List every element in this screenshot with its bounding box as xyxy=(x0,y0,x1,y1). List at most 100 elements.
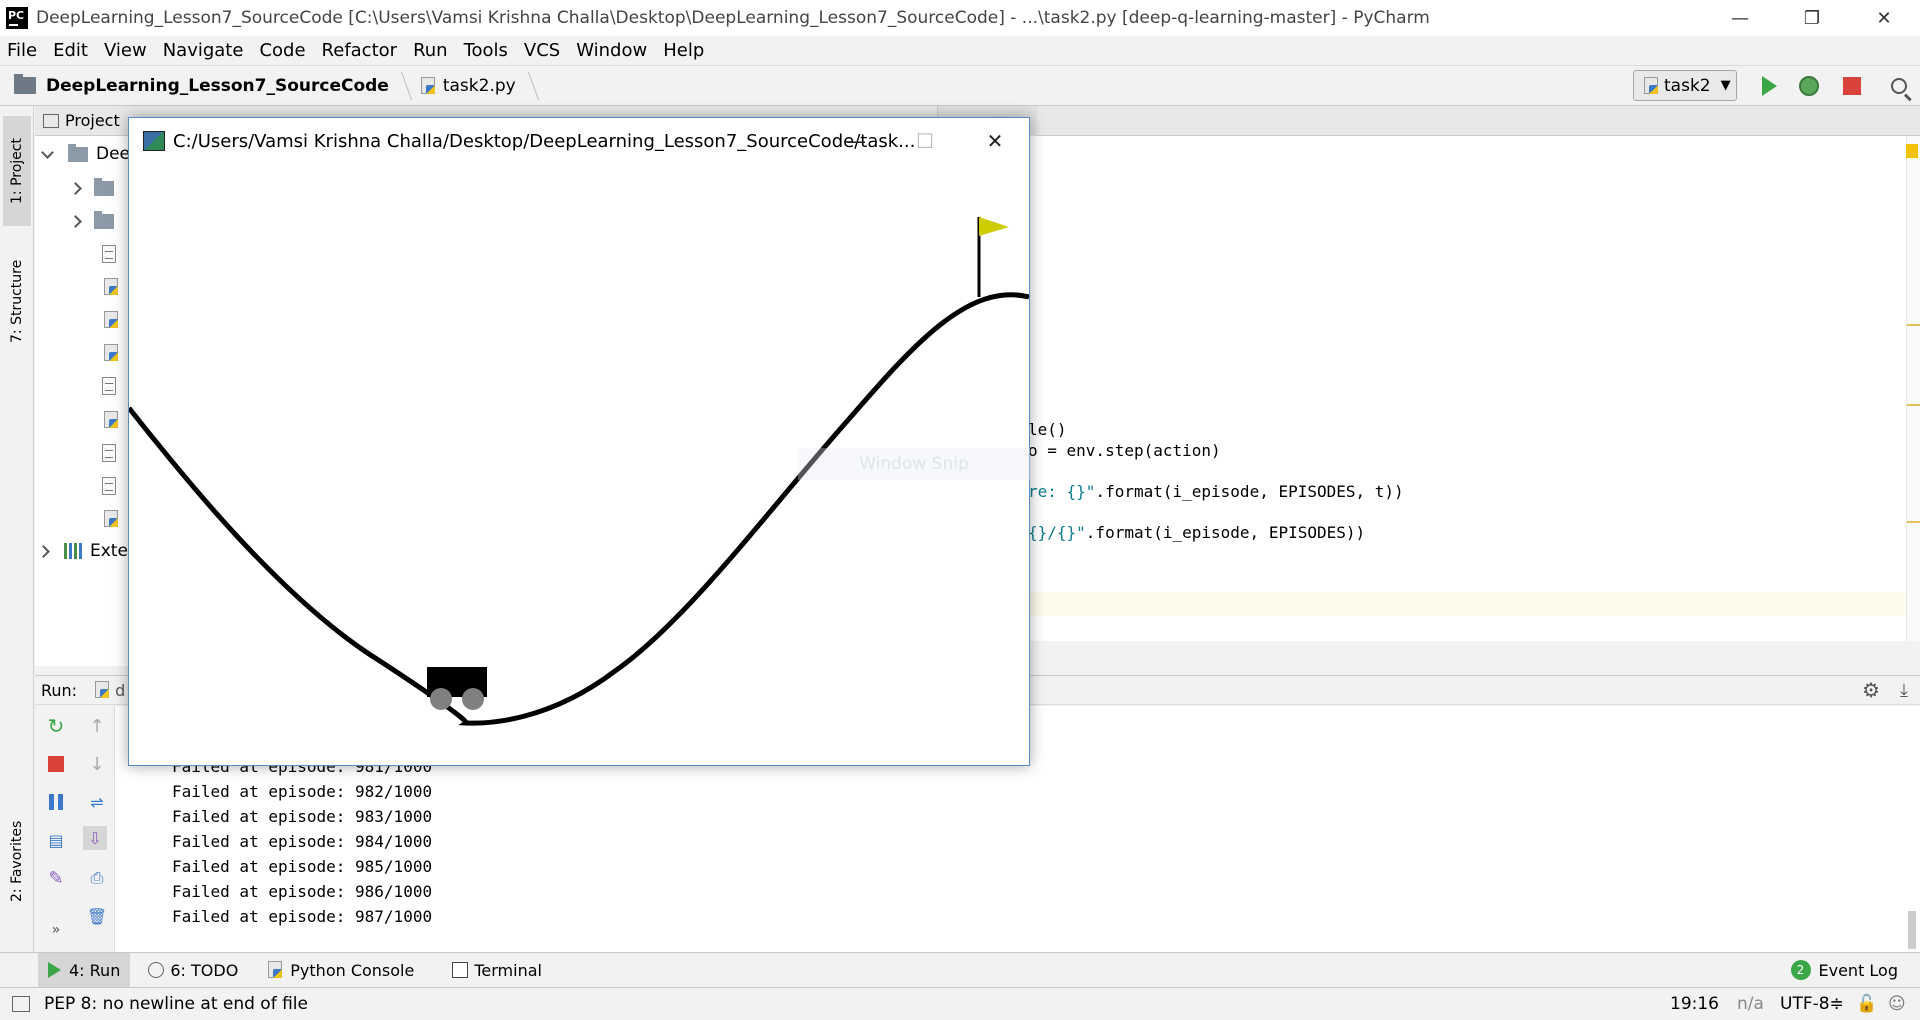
tree-file-row[interactable] xyxy=(102,372,116,400)
tree-file-row[interactable] xyxy=(102,306,120,334)
file-encoding[interactable]: UTF-8≑ xyxy=(1780,994,1844,1014)
minimize-button[interactable]: — xyxy=(1704,0,1776,36)
chevron-right-icon xyxy=(69,181,82,195)
stop-icon xyxy=(48,756,64,772)
search-icon xyxy=(1891,78,1907,94)
run-config-selector[interactable]: task2 ▼ xyxy=(1633,70,1737,101)
console-line: Failed at episode: 987/1000 xyxy=(172,907,433,926)
breadcrumb-project[interactable]: DeepLearning_Lesson7_SourceCode xyxy=(46,76,389,96)
tool-tab-terminal[interactable]: Terminal xyxy=(442,953,552,988)
menu-code[interactable]: Code xyxy=(252,40,314,61)
gym-minimize-button[interactable]: — xyxy=(826,118,886,164)
bug-icon xyxy=(1799,76,1819,96)
gym-maximize-button[interactable]: ☐ xyxy=(895,118,955,164)
tool-tab-run[interactable]: 4: Run xyxy=(38,952,131,988)
folder-icon xyxy=(94,210,114,229)
debug-button[interactable] xyxy=(1796,74,1822,98)
breadcrumb-file[interactable]: task2.py xyxy=(443,76,516,96)
tree-file-row[interactable] xyxy=(102,240,116,268)
tree-root[interactable]: Dee xyxy=(41,140,130,168)
arrow-up-icon: ↑ xyxy=(89,715,105,737)
scroll-to-end-button[interactable]: ⇩ xyxy=(83,826,107,850)
more-actions-button[interactable]: » xyxy=(44,918,68,942)
console-line: Failed at episode: 985/1000 xyxy=(172,857,433,876)
tool-tab-favorites[interactable]: 2: Favorites xyxy=(3,806,31,916)
stop-button[interactable] xyxy=(1839,74,1865,98)
status-message: PEP 8: no newline at end of file xyxy=(44,994,308,1014)
menu-view[interactable]: View xyxy=(97,40,156,61)
run-button[interactable] xyxy=(1756,74,1782,98)
tree-folder-row[interactable] xyxy=(69,174,114,202)
menu-edit[interactable]: Edit xyxy=(46,40,97,61)
line-separator[interactable]: n/a xyxy=(1737,994,1764,1014)
toggle-tool-windows-icon[interactable] xyxy=(12,996,30,1012)
gym-close-button[interactable]: ✕ xyxy=(965,118,1025,164)
tool-tab-todo[interactable]: 6: TODO xyxy=(138,953,248,988)
stop-run-button[interactable] xyxy=(44,752,68,776)
clear-all-button[interactable]: 🗑 xyxy=(85,904,109,928)
gym-render-window[interactable]: C:/Users/Vamsi Krishna Challa/Desktop/De… xyxy=(128,117,1030,766)
tree-external-label: Exte xyxy=(90,541,128,561)
scroll-up-button[interactable]: ↑ xyxy=(85,714,109,738)
lock-icon[interactable]: 🔓 xyxy=(1856,994,1877,1014)
layout-icon: ▤ xyxy=(48,830,64,850)
search-everywhere-button[interactable] xyxy=(1886,74,1912,98)
left-tool-strip: 1: Project 7: Structure 2: Favorites xyxy=(0,106,34,952)
menu-file[interactable]: File xyxy=(0,40,46,61)
inspector-icon[interactable]: ☺ xyxy=(1888,994,1906,1014)
rerun-button[interactable]: ↻ xyxy=(44,714,68,738)
menu-help[interactable]: Help xyxy=(656,40,713,61)
restore-layout-button[interactable]: ▤ xyxy=(44,828,68,852)
warning-indicator-icon[interactable] xyxy=(1906,144,1918,158)
project-panel-title[interactable]: Project xyxy=(65,111,120,130)
tool-tab-event-log[interactable]: 2 Event Log xyxy=(1781,953,1909,988)
caret-position[interactable]: 19:16 xyxy=(1670,994,1719,1014)
mountain-curve xyxy=(129,292,1029,726)
tool-tab-python-console[interactable]: Python Console xyxy=(256,953,424,988)
console-scrollbar[interactable] xyxy=(1908,911,1916,949)
console-line: Failed at episode: 982/1000 xyxy=(172,782,433,801)
editor-error-stripe[interactable] xyxy=(1906,136,1920,641)
print-button[interactable]: ⎙ xyxy=(85,866,109,890)
tree-file-row[interactable] xyxy=(102,339,120,367)
run-config-label: task2 xyxy=(1664,75,1711,96)
menu-vcs[interactable]: VCS xyxy=(517,40,569,61)
hide-panel-icon[interactable]: ⤓ xyxy=(1900,680,1908,701)
menu-tools[interactable]: Tools xyxy=(457,40,517,61)
gutter-marker[interactable] xyxy=(1907,404,1920,406)
menu-refactor[interactable]: Refactor xyxy=(315,40,407,61)
python-app-icon xyxy=(143,131,165,151)
scroll-down-button[interactable]: ↓ xyxy=(85,752,109,776)
terminal-icon xyxy=(452,962,469,978)
tree-file-row[interactable] xyxy=(102,472,116,500)
menu-navigate[interactable]: Navigate xyxy=(156,40,253,61)
gear-icon[interactable]: ⚙ xyxy=(1862,678,1880,702)
menu-run[interactable]: Run xyxy=(406,40,457,61)
play-icon xyxy=(1761,76,1777,96)
tree-file-row[interactable] xyxy=(102,273,120,301)
scroll-end-icon: ⇩ xyxy=(88,828,102,848)
tree-folder-row[interactable] xyxy=(69,207,114,235)
project-view-icon xyxy=(43,113,59,128)
text-file-icon xyxy=(102,477,116,495)
tree-file-row[interactable] xyxy=(102,439,116,467)
tool-tab-project[interactable]: 1: Project xyxy=(3,116,31,226)
pause-button[interactable] xyxy=(44,790,68,814)
gutter-marker[interactable] xyxy=(1907,324,1920,326)
tree-file-row[interactable] xyxy=(102,406,120,434)
pin-tab-button[interactable]: ✎ xyxy=(44,866,68,890)
car-wheel-right xyxy=(462,688,484,710)
tool-tab-structure[interactable]: 7: Structure xyxy=(3,246,31,356)
run-tab-label[interactable]: d xyxy=(115,681,125,700)
gym-title-bar: C:/Users/Vamsi Krishna Challa/Desktop/De… xyxy=(129,118,1029,164)
menu-window[interactable]: Window xyxy=(569,40,656,61)
print-icon: ⎙ xyxy=(90,868,104,887)
tree-external-libraries[interactable]: Exte xyxy=(37,537,128,565)
close-button[interactable]: ✕ xyxy=(1848,0,1920,36)
tree-file-row[interactable] xyxy=(102,505,120,533)
breadcrumb-separator xyxy=(389,71,412,100)
restore-button[interactable]: ❐ xyxy=(1776,0,1848,36)
folder-icon xyxy=(94,177,114,196)
soft-wrap-button[interactable]: ⇌ xyxy=(85,790,109,814)
gutter-marker[interactable] xyxy=(1907,521,1920,523)
